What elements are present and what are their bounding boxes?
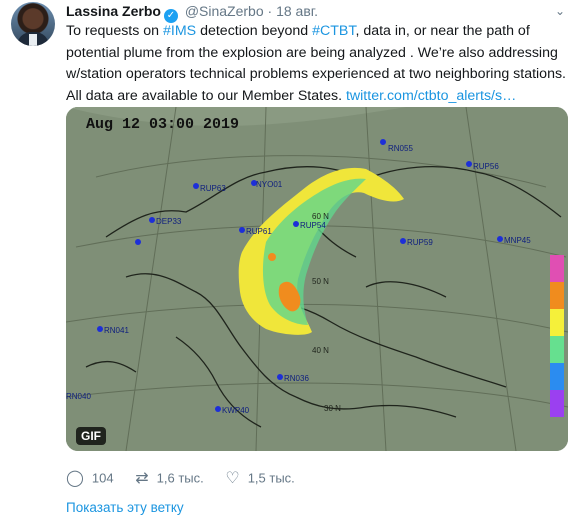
svg-text:RN041: RN041 bbox=[104, 326, 129, 335]
reply-action[interactable]: ◯ 104 bbox=[66, 468, 114, 488]
tweet-text: To requests on #IMS detection beyond #CT… bbox=[66, 21, 566, 107]
hashtag-ims[interactable]: #IMS bbox=[163, 23, 196, 39]
svg-text:50 N: 50 N bbox=[312, 277, 329, 286]
hashtag-ctbt[interactable]: #CTBT bbox=[312, 23, 355, 39]
gif-media[interactable]: RN055 RUP56 RUP63 NYO01 RUP61 RUP54 RUP59 MNP… bbox=[66, 107, 568, 451]
author-handle[interactable]: @SinaZerbo bbox=[185, 3, 264, 19]
svg-text:RUP61: RUP61 bbox=[246, 227, 272, 236]
like-action[interactable]: ♡ 1,5 тыс. bbox=[225, 468, 294, 488]
plume-map: RN055 RUP56 RUP63 NYO01 RUP61 RUP54 RUP59 MNP… bbox=[66, 107, 568, 451]
tweet-header: Lassina Zerbo ✓ @SinaZerbo · 18 авг. bbox=[66, 2, 318, 23]
svg-text:RUP54: RUP54 bbox=[300, 221, 326, 230]
retweet-icon: ⇄ bbox=[135, 470, 149, 487]
tweet-link[interactable]: twitter.com/ctbto_alerts/s… bbox=[346, 88, 516, 104]
show-thread-link[interactable]: Показать эту ветку bbox=[66, 500, 184, 515]
retweet-count: 1,6 тыс. bbox=[156, 470, 204, 486]
chevron-down-icon[interactable]: ⌄ bbox=[555, 4, 565, 18]
svg-text:60 N: 60 N bbox=[312, 212, 329, 221]
like-count: 1,5 тыс. bbox=[247, 470, 295, 486]
svg-text:MNP45: MNP45 bbox=[504, 236, 531, 245]
svg-text:KWP40: KWP40 bbox=[222, 406, 250, 415]
svg-text:RUP56: RUP56 bbox=[473, 162, 499, 171]
reply-count: 104 bbox=[91, 470, 114, 486]
svg-text:RUP59: RUP59 bbox=[407, 238, 433, 247]
retweet-action[interactable]: ⇄ 1,6 тыс. bbox=[135, 468, 204, 488]
reply-icon: ◯ bbox=[66, 470, 84, 487]
svg-text:RN040: RN040 bbox=[66, 392, 91, 401]
author-avatar[interactable] bbox=[11, 2, 55, 46]
author-name[interactable]: Lassina Zerbo bbox=[66, 3, 161, 19]
tweet-actions: ◯ 104 ⇄ 1,6 тыс. ♡ 1,5 тыс. bbox=[66, 468, 313, 488]
svg-text:RN036: RN036 bbox=[284, 374, 309, 383]
tweet-date[interactable]: 18 авг. bbox=[276, 3, 318, 19]
svg-text:DEP33: DEP33 bbox=[156, 217, 182, 226]
svg-text:30 N: 30 N bbox=[324, 404, 341, 413]
header-separator: · bbox=[267, 3, 273, 19]
like-icon: ♡ bbox=[225, 470, 240, 487]
svg-text:RUP63: RUP63 bbox=[200, 184, 226, 193]
gif-badge: GIF bbox=[76, 427, 106, 445]
tweet-text-part: detection beyond bbox=[196, 23, 313, 39]
map-timestamp: Aug 12 03:00 2019 bbox=[86, 116, 240, 133]
svg-text:40 N: 40 N bbox=[312, 346, 329, 355]
tweet-text-part: To requests on bbox=[66, 23, 164, 39]
avatar-shirt bbox=[29, 34, 37, 46]
svg-text:RN055: RN055 bbox=[388, 144, 413, 153]
svg-text:NYO01: NYO01 bbox=[256, 180, 283, 189]
